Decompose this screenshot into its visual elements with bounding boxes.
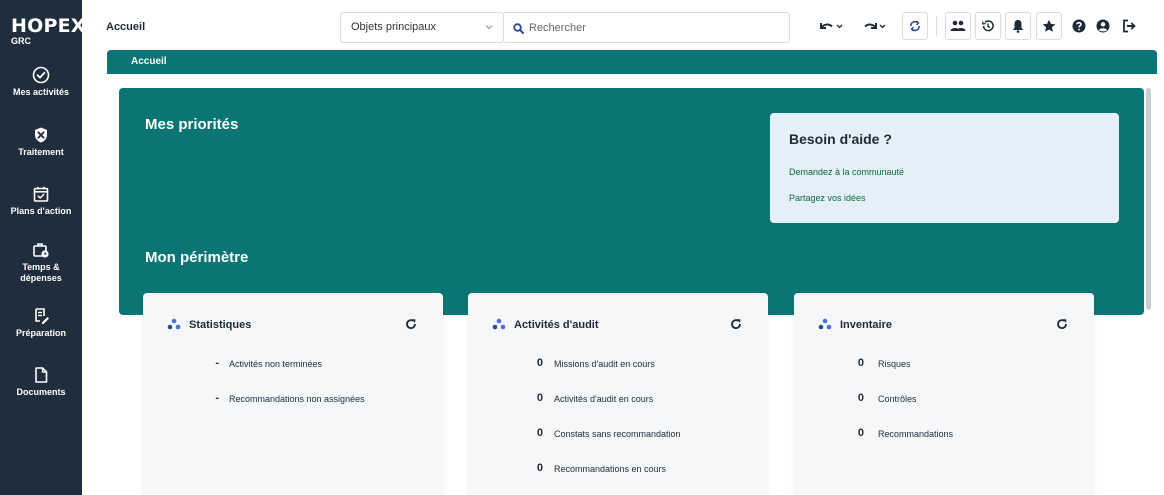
breadcrumb: Accueil — [107, 50, 1157, 74]
brand-title: HOPEX — [11, 15, 86, 37]
app-root: HOPEX GRC Mes activités Traitement Plans… — [0, 0, 1164, 495]
priorities-heading: Mes priorités — [145, 116, 239, 133]
logout-icon — [1123, 19, 1136, 33]
stat-value: 0 — [536, 392, 543, 404]
stat-label: Recommandations en cours — [554, 464, 667, 474]
account-button[interactable] — [1092, 12, 1114, 40]
redo-icon — [864, 23, 886, 29]
history-icon — [981, 20, 994, 32]
refresh-icon[interactable] — [1056, 318, 1068, 330]
stat-value: - — [215, 392, 219, 404]
inventory-card: Inventaire 0 Risques 0 Contrôles 0 Recom… — [794, 293, 1094, 495]
dots-cluster-icon — [167, 318, 181, 330]
nav-label: Temps & dépenses — [20, 262, 62, 283]
nav-label: Traitement — [18, 147, 64, 157]
help-icon — [1072, 19, 1086, 33]
document-edit-icon — [35, 308, 49, 324]
nav-label: Plans d'action — [10, 206, 72, 216]
refresh-icon[interactable] — [730, 318, 742, 330]
card-title: Statistiques — [189, 319, 252, 331]
share-ideas-link[interactable]: Partagez vos idées — [789, 193, 866, 203]
calendar-check-icon — [33, 186, 49, 202]
brand-logo[interactable]: HOPEX GRC — [11, 15, 86, 47]
nav-label: Préparation — [15, 328, 66, 338]
stat-value: - — [215, 357, 219, 369]
card-title: Activités d'audit — [514, 319, 599, 331]
history-button[interactable] — [975, 12, 1001, 40]
search-icon — [513, 23, 524, 34]
stat-value: 0 — [857, 357, 864, 369]
statistics-card: Statistiques - Activités non terminées -… — [143, 293, 443, 495]
stat-label: Recommandations non assignées — [229, 394, 365, 404]
perimeter-heading: Mon périmètre — [145, 249, 249, 266]
stat-value: 0 — [536, 357, 543, 369]
help-title: Besoin d'aide ? — [789, 131, 892, 147]
redo-button[interactable] — [858, 12, 890, 40]
stat-value: 0 — [536, 462, 543, 474]
stat-label: Recommandations — [878, 429, 954, 439]
nav-label: Mes activités — [12, 87, 70, 97]
select-value: Objets principaux — [351, 21, 436, 33]
dots-cluster-icon — [492, 318, 506, 330]
undo-button[interactable] — [815, 12, 847, 40]
notifications-button[interactable] — [1005, 12, 1031, 40]
stat-value: 0 — [536, 427, 543, 439]
hero-banner: Mes priorités Mon périmètre Besoin d'aid… — [119, 88, 1144, 315]
top-bar: Accueil Objets principaux — [82, 0, 1164, 55]
search-box — [503, 12, 790, 43]
chevron-down-icon — [485, 25, 493, 30]
bell-icon — [1013, 20, 1023, 33]
community-link[interactable]: Demandez à la communauté — [789, 167, 904, 177]
page-title: Accueil — [106, 21, 146, 33]
nav-item-documents[interactable]: Documents — [0, 366, 82, 398]
favorites-button[interactable] — [1036, 12, 1062, 40]
document-icon — [35, 367, 48, 383]
stat-value: 0 — [857, 392, 864, 404]
star-icon — [1042, 19, 1056, 32]
stat-label: Activités d'audit en cours — [554, 394, 654, 404]
undo-icon — [820, 23, 843, 29]
refresh-icon[interactable] — [405, 318, 417, 330]
stat-label: Contrôles — [878, 394, 917, 404]
nav-item-plans-action[interactable]: Plans d'action — [0, 185, 82, 217]
stat-label: Activités non terminées — [229, 359, 323, 369]
check-circle-icon — [32, 66, 50, 84]
stat-label: Missions d'audit en cours — [554, 359, 655, 369]
dots-cluster-icon — [818, 318, 832, 330]
help-button[interactable] — [1068, 12, 1090, 40]
stat-label: Risques — [878, 359, 911, 369]
refresh-button[interactable] — [902, 12, 928, 40]
scrollbar[interactable] — [1146, 88, 1151, 310]
nav-label: Documents — [16, 387, 66, 397]
logout-button[interactable] — [1118, 12, 1140, 40]
sync-icon — [910, 20, 920, 32]
stat-label: Constats sans recommandation — [554, 429, 681, 439]
help-panel: Besoin d'aide ? Demandez à la communauté… — [770, 113, 1119, 223]
users-button[interactable] — [945, 12, 971, 40]
user-circle-icon — [1096, 19, 1110, 33]
tab-accueil[interactable]: Accueil — [131, 56, 167, 67]
card-title: Inventaire — [840, 319, 892, 331]
users-icon — [950, 20, 966, 31]
search-input[interactable] — [529, 20, 779, 36]
brand-subtitle: GRC — [11, 36, 31, 46]
left-nav-rail: HOPEX GRC Mes activités Traitement Plans… — [0, 0, 85, 495]
nav-item-traitement[interactable]: Traitement — [0, 126, 82, 158]
shield-tools-icon — [35, 127, 47, 143]
briefcase-clock-icon — [33, 243, 49, 258]
nav-item-mes-activites[interactable]: Mes activités — [0, 66, 82, 98]
nav-item-preparation[interactable]: Préparation — [0, 307, 82, 339]
stat-value: 0 — [857, 427, 864, 439]
audit-activities-card: Activités d'audit 0 Missions d'audit en … — [468, 293, 768, 495]
toolbar-divider — [936, 16, 937, 36]
nav-item-temps-depenses[interactable]: Temps & dépenses — [0, 241, 82, 284]
object-type-select[interactable]: Objets principaux — [340, 12, 504, 43]
